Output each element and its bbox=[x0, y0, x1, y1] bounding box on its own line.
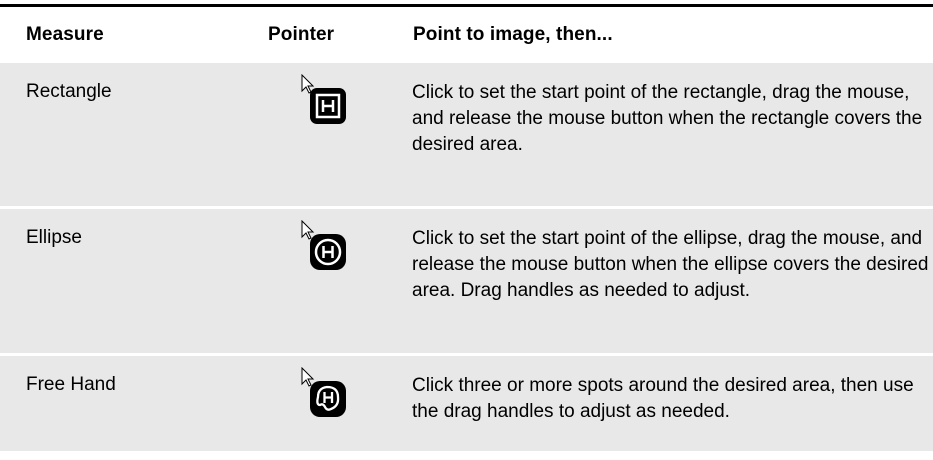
rectangle-measure-cursor-icon bbox=[296, 74, 352, 130]
measure-name: Free Hand bbox=[26, 374, 116, 395]
table-row-rectangle: Rectangle Click to set the start point o… bbox=[0, 63, 933, 206]
header-point-to-image: Point to image, then... bbox=[413, 24, 613, 45]
measure-name: Rectangle bbox=[26, 81, 112, 102]
header-pointer: Pointer bbox=[268, 24, 335, 45]
measure-description: Click three or more spots around the des… bbox=[412, 375, 914, 422]
measure-description: Click to set the start point of the rect… bbox=[412, 82, 923, 155]
table-header-row: Measure Pointer Point to image, then... bbox=[0, 7, 933, 63]
freehand-measure-cursor-icon bbox=[296, 367, 352, 423]
measure-name: Ellipse bbox=[26, 227, 82, 248]
measure-description: Click to set the start point of the elli… bbox=[412, 228, 929, 301]
table-row-free-hand: Free Hand Click three or more spots arou… bbox=[0, 356, 933, 451]
header-measure: Measure bbox=[26, 24, 104, 45]
ellipse-measure-cursor-icon bbox=[296, 220, 352, 276]
table-row-ellipse: Ellipse Click to set the start point of … bbox=[0, 209, 933, 353]
